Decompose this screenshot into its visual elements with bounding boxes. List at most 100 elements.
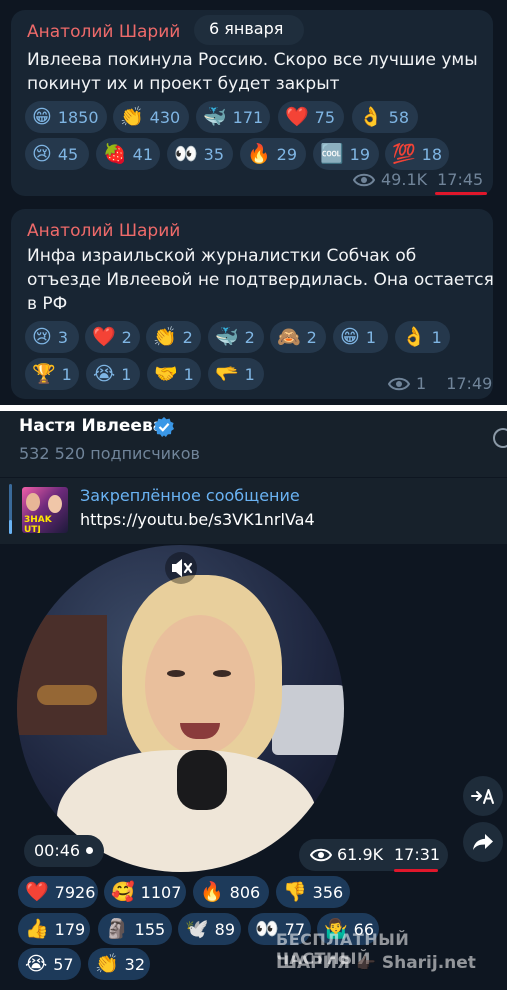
message-meta: 49.1K 17:45 (353, 170, 483, 189)
reaction-button[interactable]: 🥰 1107 (104, 876, 186, 908)
reaction-count: 1 (183, 364, 194, 384)
heart-emoji-icon: ❤️ (285, 106, 309, 128)
round-video-message[interactable] (17, 545, 344, 872)
subscribers-count: 532 520 подписчиков (19, 444, 200, 463)
reaction-count: 19 (349, 144, 371, 164)
reaction-button[interactable]: 🍓 41 (96, 138, 160, 170)
thumbs-down-emoji-icon: 👎 (283, 881, 307, 903)
pinned-title[interactable]: Закреплённое сообщение (80, 486, 300, 505)
eye-icon (310, 848, 332, 862)
reaction-button[interactable]: 😁 1 (333, 321, 388, 353)
grin-emoji-icon: 😁 (32, 106, 52, 128)
reaction-count: 3 (57, 327, 68, 347)
reaction-count: 7926 (54, 882, 96, 902)
reaction-count: 89 (214, 919, 236, 939)
mute-icon[interactable] (164, 551, 198, 585)
message-text-line: Ивлеева покинула Россию. Скоро все лучши… (27, 50, 478, 70)
thumbnail-text: 3HAK UTJ (24, 515, 52, 533)
reaction-button[interactable]: 🕊️ 89 (178, 913, 241, 945)
reaction-button[interactable]: 👌 58 (352, 101, 418, 133)
ok-hand-emoji-icon: 👌 (402, 326, 426, 348)
recording-dot-icon (86, 847, 93, 854)
reaction-count: 1 (61, 364, 72, 384)
reaction-button[interactable]: ❤️ 7926 (18, 876, 98, 908)
reaction-button[interactable]: ❤️ 75 (278, 101, 344, 133)
thumbnail-face (48, 495, 62, 513)
reaction-button[interactable]: 😭 1 (86, 358, 140, 390)
video-duration: 00:46 (34, 841, 81, 860)
watermark-site: Sharij.net (381, 953, 476, 973)
date-badge-text: 6 января (209, 19, 284, 38)
header-loading-icon (493, 428, 507, 448)
reaction-button[interactable]: 😢 3 (25, 321, 79, 353)
fire-emoji-icon: 🔥 (247, 143, 271, 165)
ok-hand-emoji-icon: 👌 (359, 106, 383, 128)
reaction-count: 57 (53, 954, 74, 974)
reaction-button[interactable]: 🔥 806 (193, 876, 269, 908)
heart-emoji-icon: ❤️ (25, 881, 49, 903)
message-text-line: Инфа израильской журналистки Собчак об (27, 246, 417, 266)
cool-emoji-icon: 🆒 (320, 143, 344, 165)
message-time: 17:31 (394, 845, 441, 864)
message-time: 17:45 (437, 170, 484, 189)
sob-emoji-icon: 😭 (93, 363, 116, 385)
channel-name[interactable]: Настя Ивлеева (19, 416, 164, 436)
reaction-button[interactable]: 🫳 1 (208, 358, 264, 390)
reaction-count: 75 (314, 107, 336, 127)
reaction-button[interactable]: 🤝 1 (147, 358, 201, 390)
reaction-button[interactable]: 😢 45 (25, 138, 89, 170)
reaction-button[interactable]: 💯 18 (385, 138, 449, 170)
reaction-button[interactable]: 🆒 19 (313, 138, 379, 170)
message-author[interactable]: Анатолий Шарий (27, 22, 180, 42)
fire-emoji-icon: 🔥 (200, 881, 224, 903)
reaction-button[interactable]: 👌 1 (395, 321, 450, 353)
monkey-emoji-icon: 🙈 (277, 326, 301, 348)
pinned-link[interactable]: https://youtu.be/s3VK1nrlVa4 (80, 510, 315, 529)
reaction-button[interactable]: 👍 179 (18, 913, 90, 945)
video-person-eye (167, 670, 185, 677)
reaction-count: 41 (132, 144, 154, 164)
cry-emoji-icon: 😢 (32, 326, 52, 348)
clap-emoji-icon: 👏 (95, 953, 119, 975)
watermark-line-2: ШАРИЯ 👉🏿 Sharij.net (276, 953, 476, 973)
reaction-count: 35 (203, 144, 225, 164)
reaction-button[interactable]: 🏆 1 (25, 358, 79, 390)
reaction-button[interactable]: 🐳 171 (196, 101, 270, 133)
reaction-button[interactable]: ❤️ 2 (85, 321, 140, 353)
reaction-count: 356 (312, 882, 344, 902)
reaction-button[interactable]: 🗿 155 (98, 913, 172, 945)
reaction-count: 1 (365, 327, 376, 347)
whale-emoji-icon: 🐳 (215, 326, 239, 348)
reaction-count: 18 (421, 144, 443, 164)
reaction-button[interactable]: 👏 430 (113, 101, 189, 133)
reaction-button[interactable]: 🔥 29 (240, 138, 306, 170)
reaction-button[interactable]: 😭 57 (18, 948, 81, 980)
reaction-count: 430 (149, 107, 181, 127)
translate-button[interactable] (463, 776, 503, 816)
share-arrow-icon (473, 834, 493, 850)
message-author[interactable]: Анатолий Шарий (27, 221, 180, 241)
eye-icon (388, 377, 410, 390)
trophy-emoji-icon: 🏆 (32, 363, 56, 385)
video-background-lights (37, 685, 97, 705)
moai-emoji-icon: 🗿 (105, 918, 129, 940)
reaction-count: 2 (244, 327, 255, 347)
reaction-button[interactable]: 👏 32 (88, 948, 150, 980)
reaction-button[interactable]: 👏 2 (146, 321, 201, 353)
reaction-button[interactable]: 👎 356 (276, 876, 350, 908)
message-text-line: в РФ (27, 294, 68, 314)
reaction-button[interactable]: 🙈 2 (270, 321, 326, 353)
views-count: 61.9K (337, 845, 384, 864)
share-button[interactable] (463, 822, 503, 862)
reaction-button[interactable]: 🐳 2 (208, 321, 264, 353)
clap-emoji-icon: 👏 (120, 106, 144, 128)
eye-icon (353, 173, 375, 186)
time-underline (394, 869, 438, 872)
reaction-button[interactable]: 👀 35 (167, 138, 233, 170)
reaction-button[interactable]: 😁 1850 (25, 101, 107, 133)
message-text-line: покинут их и проект будет закрыт (27, 74, 340, 94)
verified-icon (154, 417, 174, 437)
reaction-count: 1850 (57, 107, 99, 127)
message-meta: 1 17:49 (388, 374, 492, 393)
heart-emoji-icon: ❤️ (92, 326, 116, 348)
